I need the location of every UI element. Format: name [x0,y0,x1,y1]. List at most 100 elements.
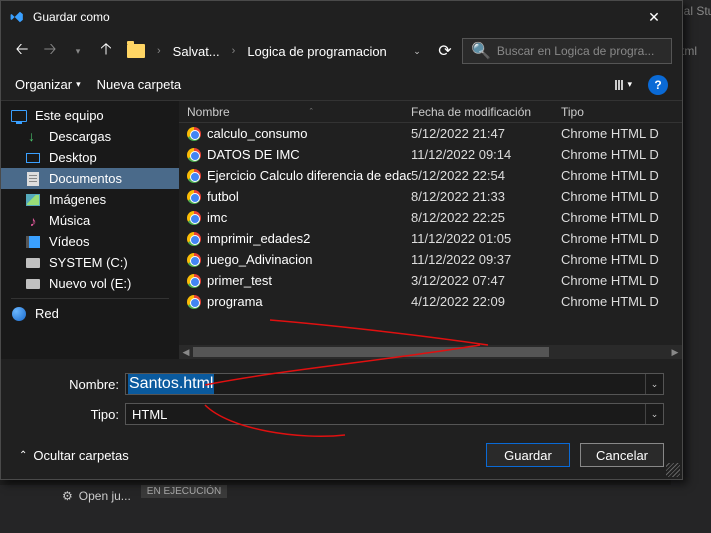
recent-dropdown[interactable]: ▾ [67,40,89,62]
filename-input[interactable]: Santos.html [128,374,214,394]
image-icon [25,193,41,207]
gear-icon: ⚙ [62,489,73,503]
toolbar: Organizar ▾ Nueva carpeta ▾ ? [1,69,682,101]
col-type-label: Tipo [561,105,584,119]
disk-icon [25,277,41,291]
col-header-type[interactable]: Tipo [551,105,682,119]
dialog-title: Guardar como [33,10,634,24]
refresh-button[interactable]: ⟳ [434,40,456,62]
file-row[interactable]: DATOS DE IMC11/12/2022 09:14Chrome HTML … [179,144,682,165]
sidebar-item-label: Documentos [49,171,122,186]
file-name: calculo_consumo [207,126,307,141]
breadcrumb-sep: › [230,45,238,57]
col-header-date[interactable]: Fecha de modificación [411,105,551,119]
col-header-name[interactable]: Nombre ˆ [179,105,411,119]
search-icon: 🔍 [471,41,491,61]
search-box[interactable]: 🔍 [462,38,672,64]
new-folder-button[interactable]: Nueva carpeta [97,77,182,92]
dialog-footer: Nombre: Santos.html ⌄ Tipo: HTML ⌄ ⌃ Ocu… [1,359,682,479]
chrome-icon [187,169,201,183]
file-name: juego_Adivinacion [207,252,313,267]
sidebar-item-label: Desktop [49,150,97,165]
file-row[interactable]: programa4/12/2022 22:09Chrome HTML D [179,291,682,312]
filename-label: Nombre: [19,377,119,392]
file-row[interactable]: juego_Adivinacion11/12/2022 09:37Chrome … [179,249,682,270]
sidebar-disk-e[interactable]: Nuevo vol (E:) [1,273,179,294]
scroll-right-button[interactable]: ▶ [668,345,682,359]
col-name-label: Nombre [187,105,230,119]
view-list-icon [615,80,623,90]
save-label: Guardar [504,448,552,463]
save-button[interactable]: Guardar [486,443,570,467]
file-date: 11/12/2022 09:37 [411,252,551,267]
organize-label: Organizar [15,77,72,92]
help-button[interactable]: ? [648,75,668,95]
sidebar-music[interactable]: ♪ Música [1,210,179,231]
sidebar-videos[interactable]: Vídeos [1,231,179,252]
up-button[interactable]: 🡡 [95,40,117,62]
hide-folders-label: Ocultar carpetas [33,448,128,463]
music-icon: ♪ [25,214,41,228]
chrome-icon [187,232,201,246]
sidebar-network[interactable]: Red [1,303,179,324]
file-row[interactable]: futbol8/12/2022 21:33Chrome HTML D [179,186,682,207]
hide-folders-button[interactable]: ⌃ Ocultar carpetas [19,448,129,463]
chrome-icon [187,274,201,288]
scroll-track[interactable] [193,345,668,359]
filetype-select[interactable]: HTML ⌄ [125,403,664,425]
file-date: 3/12/2022 07:47 [411,273,551,288]
file-row[interactable]: primer_test3/12/2022 07:47Chrome HTML D [179,270,682,291]
cancel-button[interactable]: Cancelar [580,443,664,467]
forward-button[interactable]: 🡢 [39,40,61,62]
file-row[interactable]: calculo_consumo5/12/2022 21:47Chrome HTM… [179,123,682,144]
sort-arrow-icon: ˆ [310,107,313,117]
search-input[interactable] [497,44,663,58]
file-row[interactable]: imprimir_edades211/12/2022 01:05Chrome H… [179,228,682,249]
sidebar-disk-c[interactable]: SYSTEM (C:) [1,252,179,273]
filename-dropdown[interactable]: ⌄ [645,374,663,394]
sidebar-documents[interactable]: Documentos [1,168,179,189]
file-list[interactable]: calculo_consumo5/12/2022 21:47Chrome HTM… [179,123,682,345]
view-menu[interactable]: ▾ [615,79,632,90]
statusbar-open[interactable]: ⚙ Open ju... [62,485,131,503]
file-name: programa [207,294,263,309]
breadcrumb-sep: › [155,45,163,57]
file-date: 8/12/2022 22:25 [411,210,551,225]
chrome-icon [187,148,201,162]
file-row[interactable]: Ejercicio Calculo diferencia de edades5/… [179,165,682,186]
document-icon [25,172,41,186]
file-date: 4/12/2022 22:09 [411,294,551,309]
resize-grip[interactable] [666,463,680,477]
footer-row: ⌃ Ocultar carpetas Guardar Cancelar [19,433,664,467]
chrome-icon [187,190,201,204]
organize-menu[interactable]: Organizar ▾ [15,77,81,92]
vscode-icon [9,9,25,25]
nav-toolbar: 🡠 🡢 ▾ 🡡 › Salvat... › Logica de programa… [1,33,682,69]
new-folder-label: Nueva carpeta [97,77,182,92]
chrome-icon [187,295,201,309]
file-type: Chrome HTML D [551,231,682,246]
filetype-row: Tipo: HTML ⌄ [19,403,664,425]
filetype-dropdown[interactable]: ⌄ [645,404,663,424]
divider [11,298,169,299]
sidebar-images[interactable]: Imágenes [1,189,179,210]
sidebar: Este equipo Descargas Desktop Documentos… [1,101,179,359]
sidebar-this-pc[interactable]: Este equipo [1,105,179,126]
back-button[interactable]: 🡠 [11,40,33,62]
chrome-icon [187,211,201,225]
statusbar-running-badge: EN EJECUCIÓN [141,485,227,498]
file-name: Ejercicio Calculo diferencia de edades [207,168,411,183]
sidebar-downloads[interactable]: Descargas [1,126,179,147]
disk-icon [25,256,41,270]
close-button[interactable]: ✕ [634,1,674,33]
breadcrumb-dropdown[interactable]: ⌄ [406,40,428,62]
horizontal-scrollbar[interactable]: ◀ ▶ [179,345,682,359]
sidebar-desktop[interactable]: Desktop [1,147,179,168]
save-as-dialog: Guardar como ✕ 🡠 🡢 ▾ 🡡 › Salvat... › Log… [0,0,683,480]
scroll-left-button[interactable]: ◀ [179,345,193,359]
filename-input-wrapper[interactable]: Santos.html ⌄ [125,373,664,395]
file-row[interactable]: imc8/12/2022 22:25Chrome HTML D [179,207,682,228]
breadcrumb-1[interactable]: Salvat... [169,44,224,59]
breadcrumb-2[interactable]: Logica de programacion [243,44,390,59]
scroll-thumb[interactable] [193,347,549,357]
